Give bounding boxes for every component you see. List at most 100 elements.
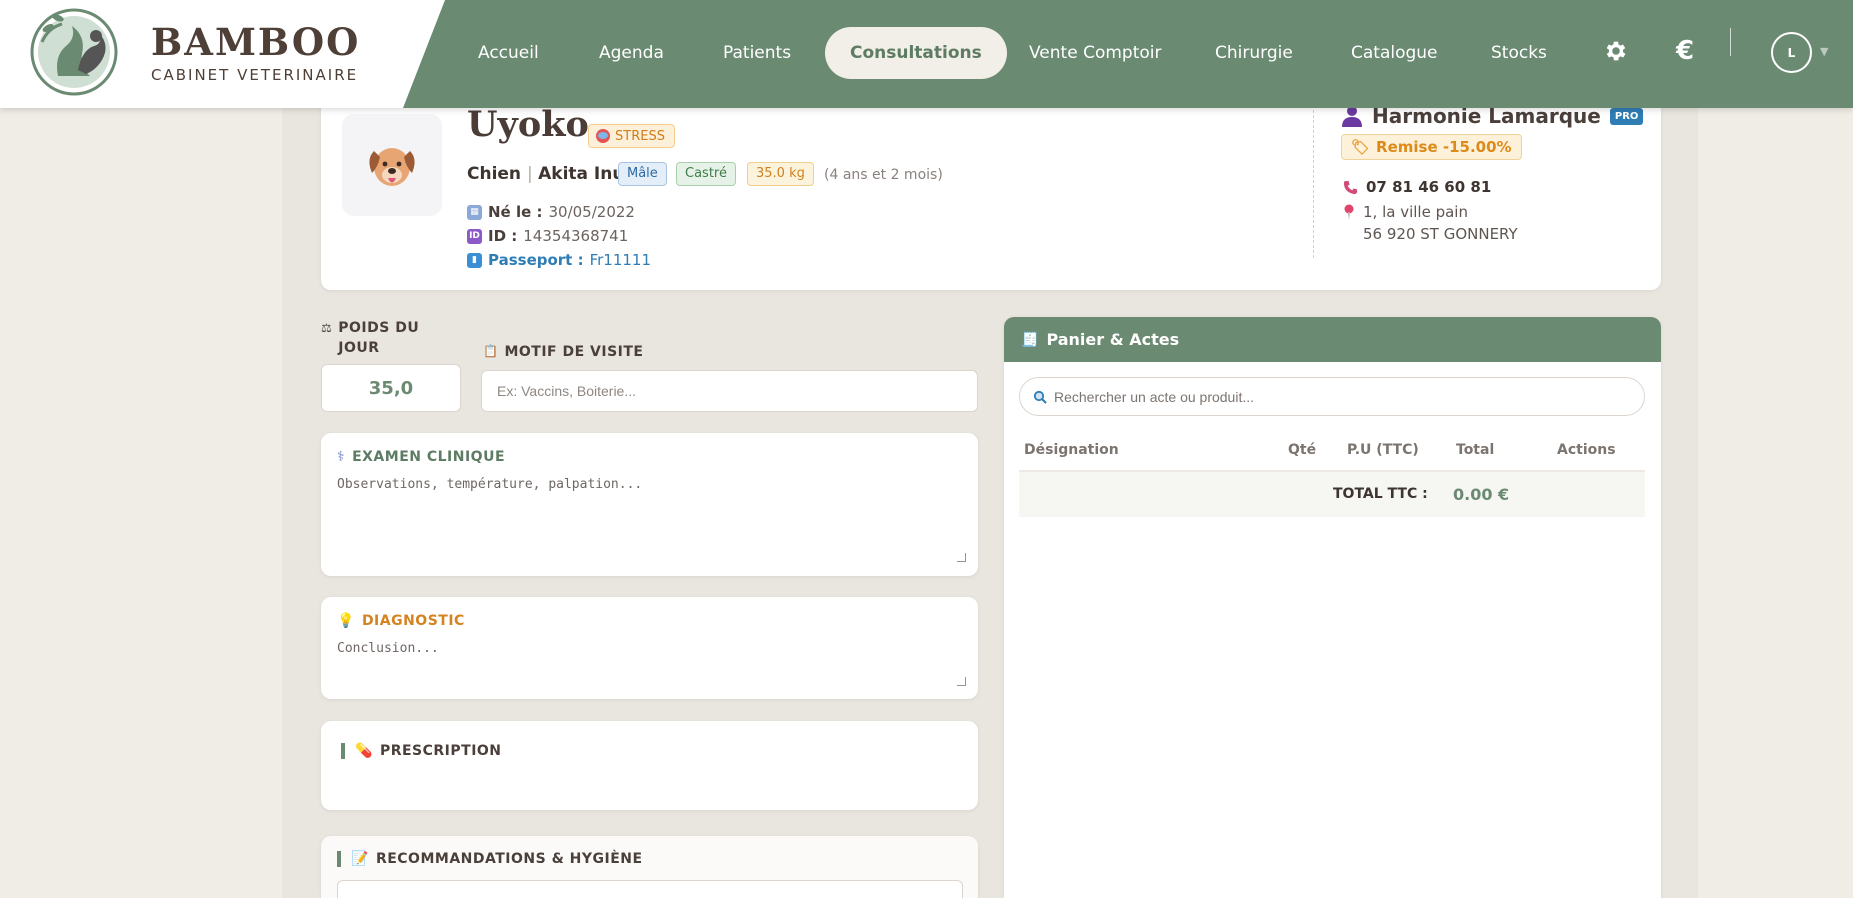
nav-divider: [1730, 28, 1731, 56]
stress-badge-label: STRESS: [615, 128, 665, 144]
prescription-title-row: 💊 PRESCRIPTION: [341, 743, 502, 759]
separator: |: [526, 164, 539, 184]
patient-card: Uyoko STRESS Chien | Akita Inu Mâle Cast…: [321, 90, 1661, 290]
owner-phone-row: 07 81 46 60 81: [1343, 178, 1491, 196]
col-actions: Actions: [1557, 442, 1616, 458]
person-icon: [1342, 106, 1362, 127]
pill-icon: 💊: [355, 743, 373, 759]
nav-patients[interactable]: Patients: [723, 27, 791, 79]
passport-label: Passeport :: [488, 251, 584, 269]
exam-textarea[interactable]: Observations, température, palpation...: [337, 477, 642, 492]
pro-badge: PRO: [1609, 107, 1644, 125]
diagnostic-card: 💡 DIAGNOSTIC Conclusion...: [321, 597, 978, 699]
pet-avatar: [342, 114, 442, 216]
nav-stocks[interactable]: Stocks: [1491, 27, 1547, 79]
total-row: TOTAL TTC : 0.00 €: [1019, 472, 1645, 517]
stress-badge: STRESS: [588, 124, 675, 148]
search-placeholder: Rechercher un acte ou produit...: [1054, 388, 1255, 405]
col-total: Total: [1456, 442, 1495, 458]
col-unit-price: P.U (TTC): [1347, 442, 1419, 458]
resize-handle[interactable]: [957, 553, 966, 562]
cart-panel: 🧾 Panier & Actes Rechercher un acte ou p…: [1004, 317, 1661, 898]
stethoscope-icon: ⚕: [337, 449, 346, 465]
nav-catalogue[interactable]: Catalogue: [1351, 27, 1438, 79]
nav-chirurgie[interactable]: Chirurgie: [1215, 27, 1293, 79]
exam-title-row: ⚕ EXAMEN CLINIQUE: [337, 449, 505, 465]
cart-search-input[interactable]: Rechercher un acte ou produit...: [1019, 377, 1645, 416]
euro-icon[interactable]: €: [1670, 34, 1700, 68]
address-line-1: 1, la ville pain: [1363, 203, 1468, 221]
id-icon: ID: [467, 228, 482, 244]
motif-label-row: 📋 MOTIF DE VISITE: [483, 344, 644, 360]
species: Chien: [467, 164, 522, 184]
recommendations-input[interactable]: [337, 880, 963, 898]
owner-phone[interactable]: 07 81 46 60 81: [1366, 178, 1491, 196]
diagnostic-title-row: 💡 DIAGNOSTIC: [337, 613, 465, 629]
species-line: Chien | Akita Inu: [467, 164, 624, 184]
id-label: ID :: [488, 227, 518, 245]
weight-input[interactable]: 35,0: [321, 364, 461, 412]
lightbulb-icon: 💡: [337, 613, 355, 629]
calendar-icon: ▦: [467, 204, 482, 220]
nav-agenda[interactable]: Agenda: [599, 27, 664, 79]
gear-icon[interactable]: [1601, 34, 1631, 68]
birth-label: Né le :: [488, 203, 543, 221]
book-icon: ▮: [467, 252, 482, 268]
search-icon: [1033, 390, 1047, 404]
total-label: TOTAL TTC :: [1333, 486, 1428, 502]
brand-subtitle: CABINET VETERINAIRE: [151, 66, 359, 84]
id-value: 14354368741: [523, 227, 629, 245]
pet-age: (4 ans et 2 mois): [824, 167, 943, 183]
motif-label: MOTIF DE VISITE: [504, 344, 644, 360]
owner-divider: [1313, 100, 1314, 258]
sex-tag: Mâle: [618, 162, 667, 186]
bamboo-logo: [30, 8, 118, 96]
motif-input[interactable]: Ex: Vaccins, Boiterie...: [481, 370, 978, 412]
recommendations-label: RECOMMANDATIONS & HYGIÈNE: [375, 851, 643, 867]
stress-face-icon: [596, 129, 610, 143]
cart-header: 🧾 Panier & Actes: [1004, 317, 1661, 362]
prescription-label: PRESCRIPTION: [379, 743, 502, 759]
birth-date-row: ▦ Né le : 30/05/2022: [467, 203, 635, 221]
weight-label-row: ⚖ POIDS DU JOUR: [321, 318, 431, 358]
location-pin-icon: [1344, 204, 1354, 220]
recommendations-title-row: 📝 RECOMMANDATIONS & HYGIÈNE: [337, 851, 643, 867]
col-designation: Désignation: [1024, 442, 1119, 458]
birth-date: 30/05/2022: [548, 203, 635, 221]
diagnostic-label: DIAGNOSTIC: [361, 613, 465, 629]
prescription-card: 💊 PRESCRIPTION: [321, 721, 978, 810]
recommendations-card: 📝 RECOMMANDATIONS & HYGIÈNE: [321, 836, 978, 898]
brand-block[interactable]: BAMBOO CABINET VETERINAIRE: [0, 0, 445, 108]
weight-label: POIDS DU JOUR: [338, 320, 420, 356]
chevron-down-icon[interactable]: ▼: [1820, 45, 1828, 58]
dog-icon: [369, 148, 415, 186]
exam-card: ⚕ EXAMEN CLINIQUE Observations, températ…: [321, 433, 978, 576]
tag-icon: 🏷: [1351, 138, 1371, 156]
neutered-tag: Castré: [676, 162, 736, 186]
id-row: ID ID : 14354368741: [467, 227, 628, 245]
owner-address: 1, la ville pain 56 920 ST GONNERY: [1343, 201, 1518, 245]
diagnostic-textarea[interactable]: Conclusion...: [337, 641, 439, 656]
nav-vente-comptoir[interactable]: Vente Comptoir: [1029, 27, 1161, 79]
nav-accueil[interactable]: Accueil: [478, 27, 539, 79]
cart-title: Panier & Actes: [1046, 330, 1180, 349]
passport-row[interactable]: ▮ Passeport : Fr11111: [467, 251, 651, 269]
discount-label: Remise -15.00%: [1376, 138, 1512, 156]
nav-consultations[interactable]: Consultations: [825, 27, 1007, 79]
col-quantity: Qté: [1288, 442, 1317, 458]
total-value: 0.00 €: [1453, 485, 1510, 504]
clipboard-icon: 📋: [483, 344, 499, 358]
exam-label: EXAMEN CLINIQUE: [352, 449, 506, 465]
user-avatar[interactable]: L: [1771, 32, 1812, 73]
resize-handle[interactable]: [957, 677, 966, 686]
discount-badge: 🏷 Remise -15.00%: [1341, 134, 1522, 160]
phone-icon: [1343, 180, 1358, 194]
brand-name: BAMBOO: [151, 20, 361, 64]
weight-tag: 35.0 kg: [747, 162, 814, 186]
memo-icon: 📝: [351, 851, 369, 867]
top-navbar: BAMBOO CABINET VETERINAIRE Accueil Agend…: [0, 0, 1853, 108]
address-line-2: 56 920 ST GONNERY: [1363, 225, 1518, 243]
breed: Akita Inu: [538, 164, 625, 184]
pet-name: Uyoko: [467, 104, 589, 145]
passport-value[interactable]: Fr11111: [590, 251, 651, 269]
